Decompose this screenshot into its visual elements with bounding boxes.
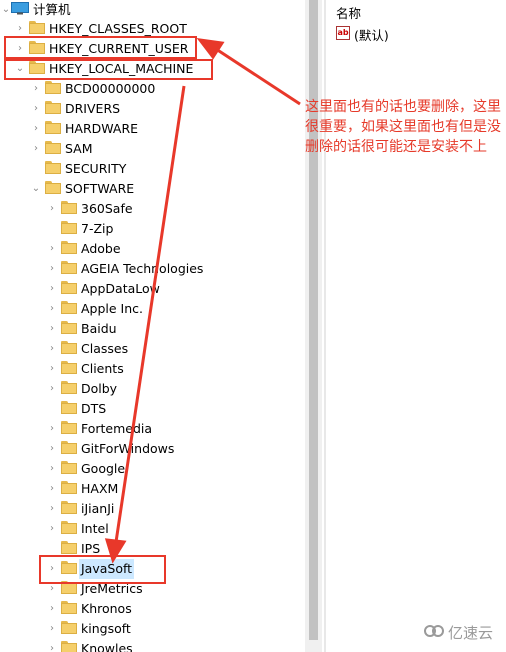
- cloud-logo-icon: [424, 625, 444, 637]
- arrow-line-javasoft: [114, 85, 186, 543]
- arrow-line-hkcu: [215, 47, 301, 106]
- arrowhead-icon: [104, 538, 127, 564]
- annotation-arrows: [104, 38, 301, 564]
- arrowhead-icon: [196, 38, 225, 60]
- watermark-text: 亿速云: [448, 624, 494, 642]
